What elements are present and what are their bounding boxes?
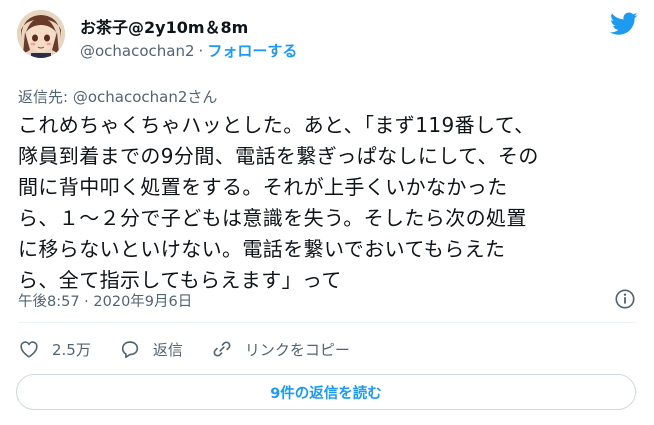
tweet-line: に移らないといけない。電話を繋いでおいてもらえた (18, 237, 506, 261)
tweet-card: お茶子@2y10m＆8m @ochacochan2 · フォローする 返信先: … (0, 0, 654, 425)
separator-dot: · (198, 41, 204, 60)
twitter-bird-icon[interactable] (610, 12, 638, 36)
like-count: 2.5万 (52, 340, 91, 359)
follow-button[interactable]: フォローする (207, 40, 297, 61)
avatar-image (17, 10, 65, 58)
heart-icon (20, 341, 38, 358)
read-replies-button[interactable]: 9件の返信を読む (16, 374, 636, 410)
tweet-line: 間に背中叩く処置をする。それが上手くいかなかった (18, 175, 508, 199)
reply-label: 返信 (152, 340, 183, 359)
tweet-line: これめちゃくちゃハッとした。あと、「まず119番して、 (18, 113, 535, 137)
reply-to-handle[interactable]: @ochacochan2さん (73, 88, 218, 106)
tweet-line: ら、１～２分で子どもは意識を失う。そしたら次の処置 (18, 206, 527, 230)
user-handle[interactable]: @ochacochan2 (80, 42, 195, 60)
link-icon (213, 341, 231, 357)
divider (18, 322, 636, 323)
reply-bubble-icon (121, 341, 139, 359)
action-bar: 2.5万 返信 リンクをコピー (18, 336, 378, 362)
tweet-line: 隊員到着までの9分間、電話を繋ぎっぱなしにして、その (18, 144, 539, 168)
info-icon[interactable] (614, 288, 636, 310)
copy-link-button[interactable]: リンクをコピー (211, 338, 350, 360)
display-name[interactable]: お茶子@2y10m＆8m (80, 14, 248, 38)
avatar[interactable] (17, 10, 65, 58)
reply-to-line: 返信先: @ochacochan2さん (18, 86, 217, 107)
reply-to-prefix: 返信先: (18, 88, 73, 106)
handle-row: @ochacochan2 · フォローする (80, 40, 297, 61)
tweet-text: これめちゃくちゃハッとした。あと、「まず119番して、 隊員到着までの9分間、電… (18, 110, 638, 296)
copy-link-label: リンクをコピー (244, 340, 350, 359)
tweet-timestamp[interactable]: 午後8:57 · 2020年9月6日 (18, 290, 192, 311)
like-button[interactable]: 2.5万 (18, 338, 91, 360)
reply-button[interactable]: 返信 (119, 338, 183, 360)
